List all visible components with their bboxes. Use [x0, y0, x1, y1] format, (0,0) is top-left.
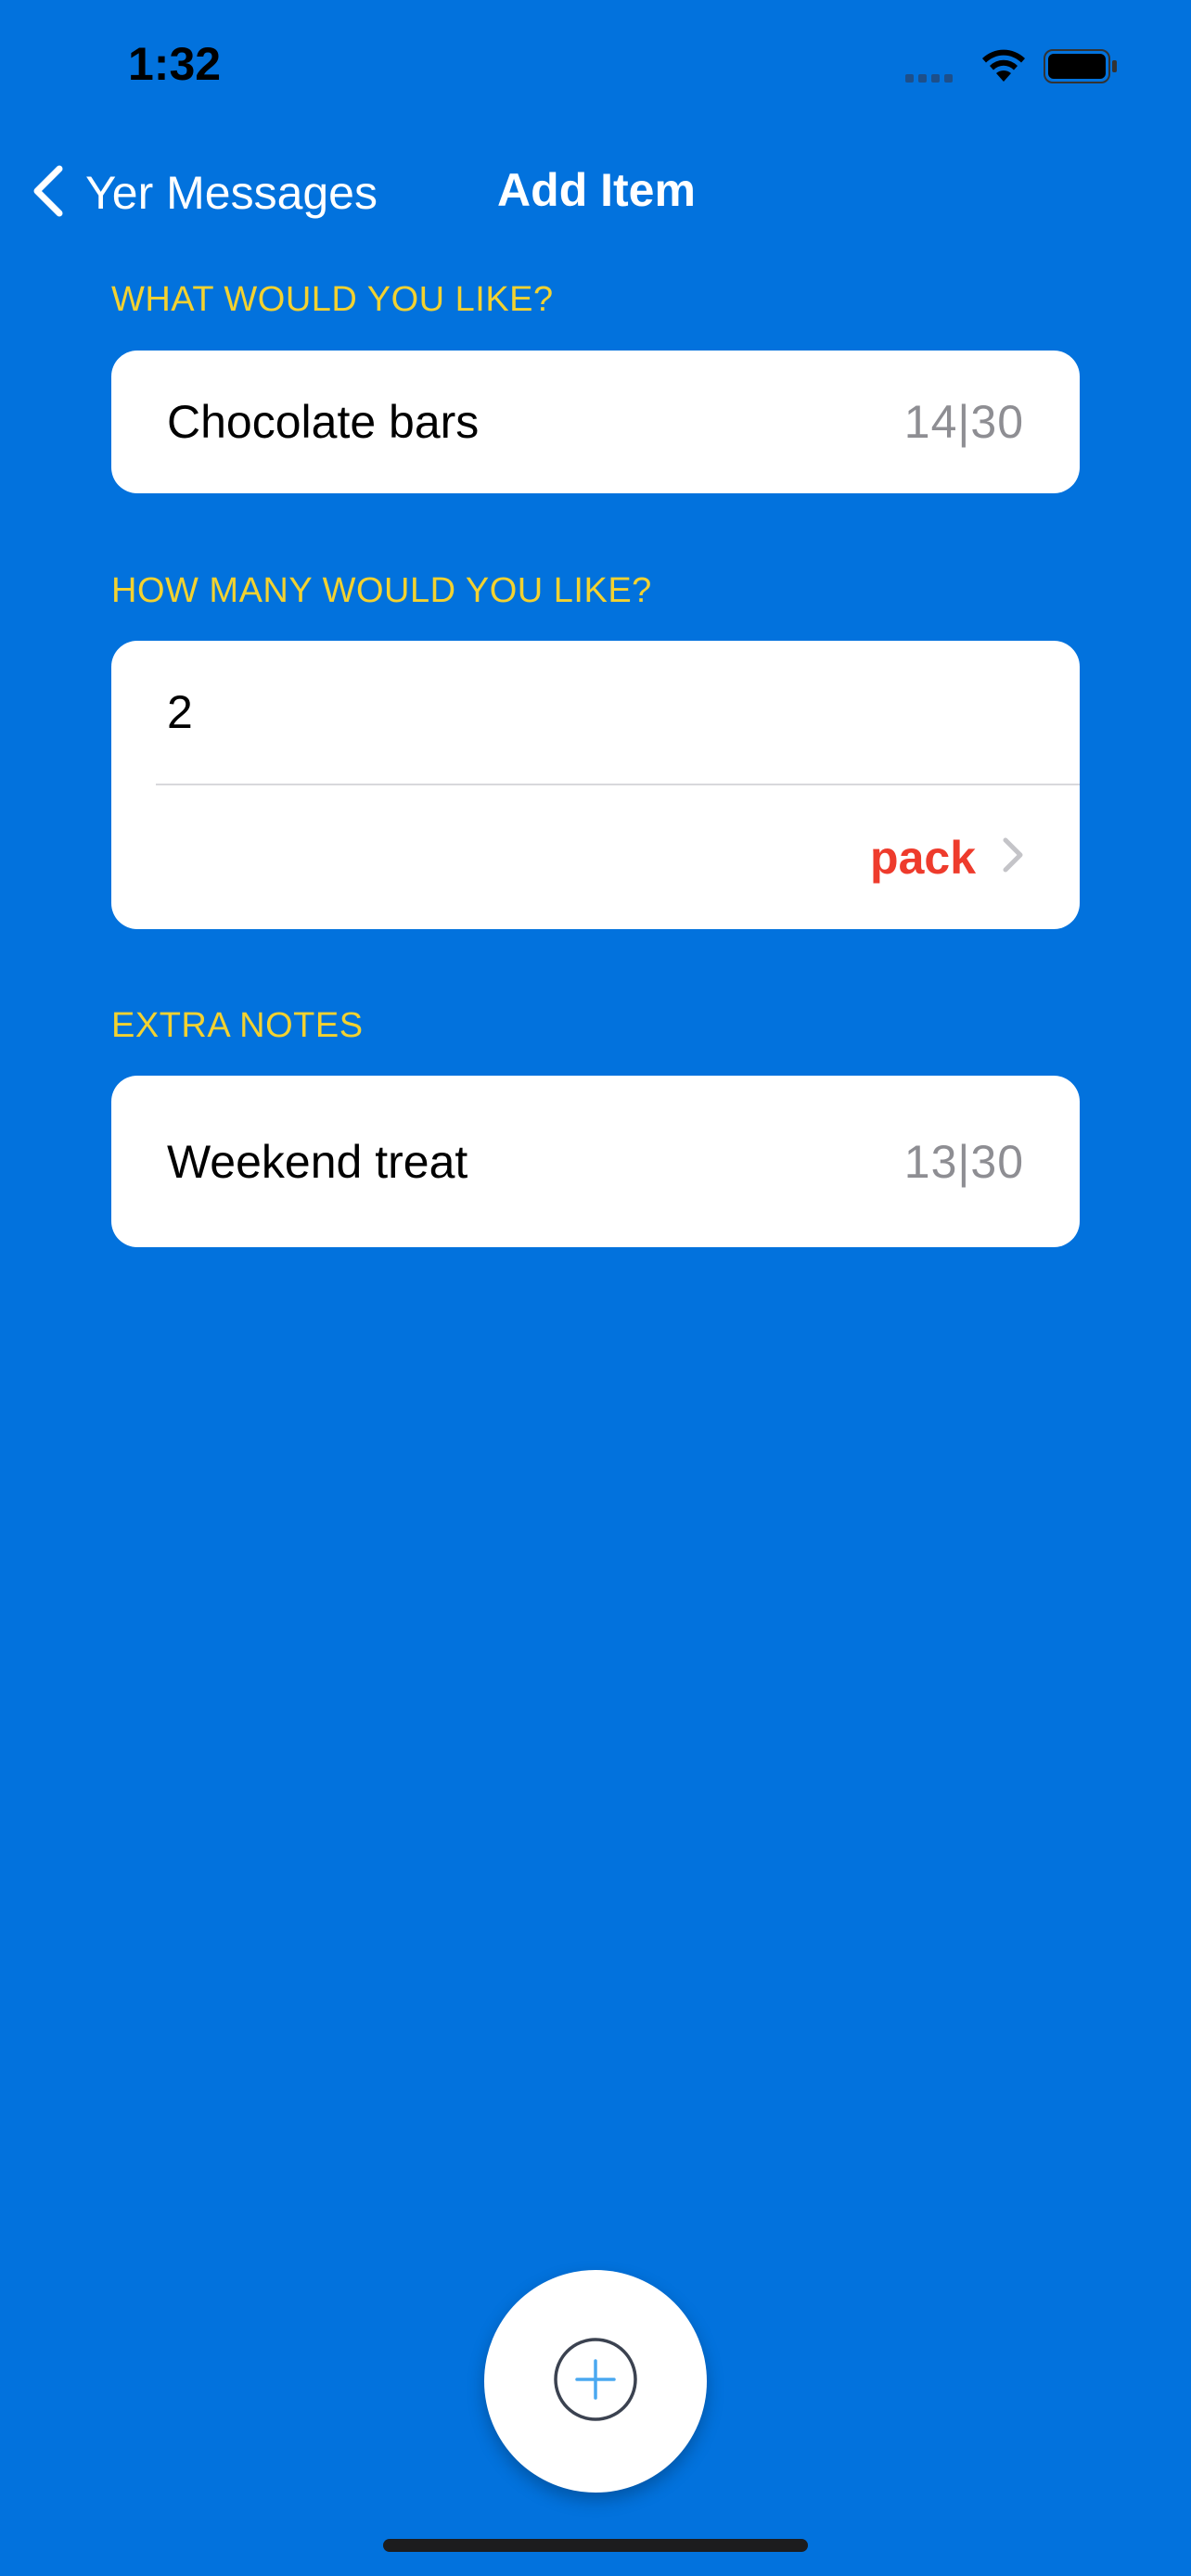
chevron-right-icon: [1002, 836, 1024, 878]
quantity-section-label: HOW MANY WOULD YOU LIKE?: [111, 571, 652, 610]
quantity-field[interactable]: 2: [167, 641, 1024, 784]
item-card: Chocolate bars 14|30: [111, 351, 1080, 493]
item-name-value: Chocolate bars: [167, 396, 480, 448]
notes-section-label: EXTRA NOTES: [111, 1006, 364, 1045]
page-title: Add Item: [497, 164, 696, 216]
item-name-field[interactable]: Chocolate bars 14|30: [167, 351, 1024, 493]
notes-char-counter: 13|30: [903, 1135, 1024, 1188]
unit-value: pack: [870, 831, 976, 884]
notes-value: Weekend treat: [167, 1135, 468, 1188]
plus-circle-icon: [551, 2335, 640, 2429]
add-item-button[interactable]: [484, 2270, 707, 2493]
status-time: 1:32: [128, 38, 222, 90]
unit-selector[interactable]: pack: [870, 785, 1024, 929]
cellular-signal-icon: [905, 70, 957, 87]
item-section-label: WHAT WOULD YOU LIKE?: [111, 280, 554, 319]
quantity-value: 2: [167, 686, 193, 738]
battery-icon: [1043, 48, 1119, 90]
notes-field[interactable]: Weekend treat 13|30: [167, 1076, 1024, 1247]
home-indicator[interactable]: [383, 2539, 808, 2552]
notes-card: Weekend treat 13|30: [111, 1076, 1080, 1247]
item-char-counter: 14|30: [903, 396, 1024, 448]
quantity-card: 2 pack: [111, 641, 1080, 929]
wifi-icon: [978, 46, 1030, 88]
